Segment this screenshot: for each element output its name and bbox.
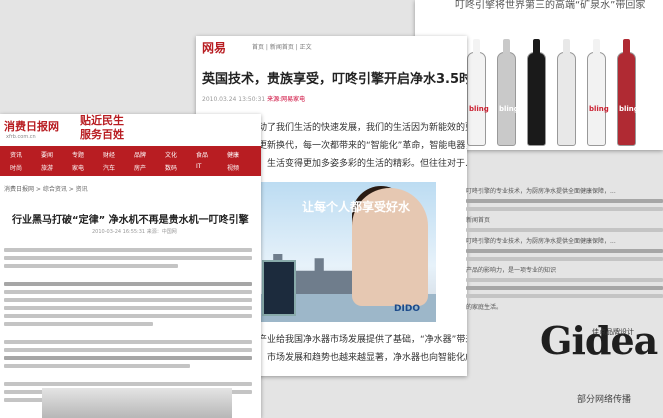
article-text-line: 的家庭生活。 [466, 304, 503, 311]
bottle-neck [623, 39, 630, 55]
site-logo: 消费日报网 [4, 120, 59, 133]
bottle-neck [563, 39, 570, 55]
bottle-image: bling [497, 39, 519, 146]
article-meta: 2010-03-24 16:55:31 来源：中国网 [92, 229, 177, 235]
nav-item[interactable]: 健康 [227, 150, 239, 159]
article-text-line: 产业给我国净水器市场发展提供了基础，“净水器”带来的新的 [258, 335, 467, 345]
nav-item[interactable]: 汽车 [103, 163, 115, 172]
nav-item[interactable]: 视频 [227, 163, 239, 172]
article-body [4, 244, 252, 406]
site-slogan: 贴近民生 服务百姓 [80, 114, 124, 142]
bottle-label: bling [619, 105, 639, 113]
article-text-line: ，市场发展和趋势也越来越显著，净水器也向智能化成为 [258, 353, 467, 363]
article-text-line: 新闻首页 [466, 217, 491, 224]
article-photo [42, 388, 232, 418]
bottle-image: bling [617, 39, 639, 146]
bottle-image [527, 39, 546, 146]
site-logo: 网易 [202, 41, 227, 55]
site-url: xfrb.com.cn [6, 134, 36, 140]
nav-item[interactable]: IT [196, 163, 201, 170]
bottle-image [557, 39, 576, 146]
article-text-line: 产品的影响力，是一项专业的知识 [466, 267, 557, 274]
breadcrumb[interactable]: 消费日报网 > 综合资讯 > 资讯 [4, 184, 88, 193]
article-text-line: 叮咚引擎的专业技术，为厨房净水提供全面健康保障，... [466, 238, 616, 245]
bottle-label: bling [469, 105, 489, 113]
ad-brand-logo: DIDO [394, 304, 420, 314]
main-nav: 资讯 要闻 专题 财经 品牌 文化 食品 健康时尚 旅游 家电 汽车 房产 数码 IT 视频 [0, 146, 261, 176]
nav-item[interactable]: 数码 [165, 163, 177, 172]
gidea-tagline: 佳点品牌设计 [592, 328, 634, 336]
article-headline: 英国技术，贵族享受，叮咚引擎开启净水3.5时代 [202, 72, 467, 87]
article-text-line: 动了我们生活的快速发展，我们的生活因为新能效的更加便利， [258, 123, 467, 133]
nav-item[interactable]: 要闻 [41, 150, 53, 159]
bottle-label: bling [499, 105, 519, 113]
nav-item[interactable]: 财经 [103, 150, 115, 159]
nav-item[interactable]: 时尚 [10, 163, 22, 172]
article-text-line: ，生活变得更加多姿多彩的生活的精彩。但往往对于... [258, 159, 467, 169]
nav-item[interactable]: 房产 [134, 163, 146, 172]
nav-item[interactable]: 家电 [72, 163, 84, 172]
advertisement-image[interactable]: 让每个人都享受好水 DIDO [258, 182, 436, 322]
nav-item[interactable]: 文化 [165, 150, 177, 159]
bottle-image: bling [467, 39, 489, 146]
nav-item[interactable]: 食品 [196, 150, 208, 159]
nav-item[interactable]: 资讯 [10, 150, 22, 159]
nav-item[interactable]: 品牌 [134, 150, 146, 159]
article-date: 2010.03.24 13:50:31 [202, 96, 266, 103]
article-headline: 行业黑马打破“定律” 净水机不再是贵水机一叮咚引擎 [12, 215, 249, 226]
news-page-consumer-daily: 消费日报网 xfrb.com.cn 贴近民生 服务百姓 资讯 要闻 专题 财经 品牌 文化… [0, 114, 261, 418]
slogan-line: 服务百姓 [80, 128, 124, 141]
article-body-right: 叮咚引擎的专业技术，为厨房净水提供全面健康保障，... 新闻首页 叮咚引擎的专业… [466, 186, 663, 311]
nav-item[interactable]: 专题 [72, 150, 84, 159]
bottle-neck [503, 39, 510, 55]
bottle-neck [593, 39, 600, 55]
article-headline: 叮咚引擎将世界第三的高端“矿泉水”带回家 [455, 0, 646, 11]
water-purifier-illustration [262, 260, 296, 316]
image-caption: 部分网络传播 [577, 395, 632, 405]
nav-item[interactable]: 旅游 [41, 163, 53, 172]
article-text-line: 更新换代，每一次都带来的“智能化”革命，智能电器，智能 [258, 141, 467, 151]
article-meta: 2010.03.24 13:50:31 来源:网易家电 [202, 94, 305, 103]
article-text-line: 叮咚引擎的专业技术，为厨房净水提供全面健康保障，... [466, 188, 616, 195]
slogan-line: 贴近民生 [80, 114, 124, 127]
bottle-neck [533, 39, 540, 55]
bottle-image: bling [587, 39, 609, 146]
ad-slogan: 让每个人都享受好水 [302, 200, 411, 214]
bottle-label: bling [589, 105, 609, 113]
bottle-neck [473, 39, 480, 55]
article-source[interactable]: 来源:网易家电 [267, 96, 305, 103]
gidea-logo: Gidea [540, 318, 658, 363]
breadcrumb[interactable]: 首页 | 新闻首页 | 正文 [252, 42, 312, 51]
